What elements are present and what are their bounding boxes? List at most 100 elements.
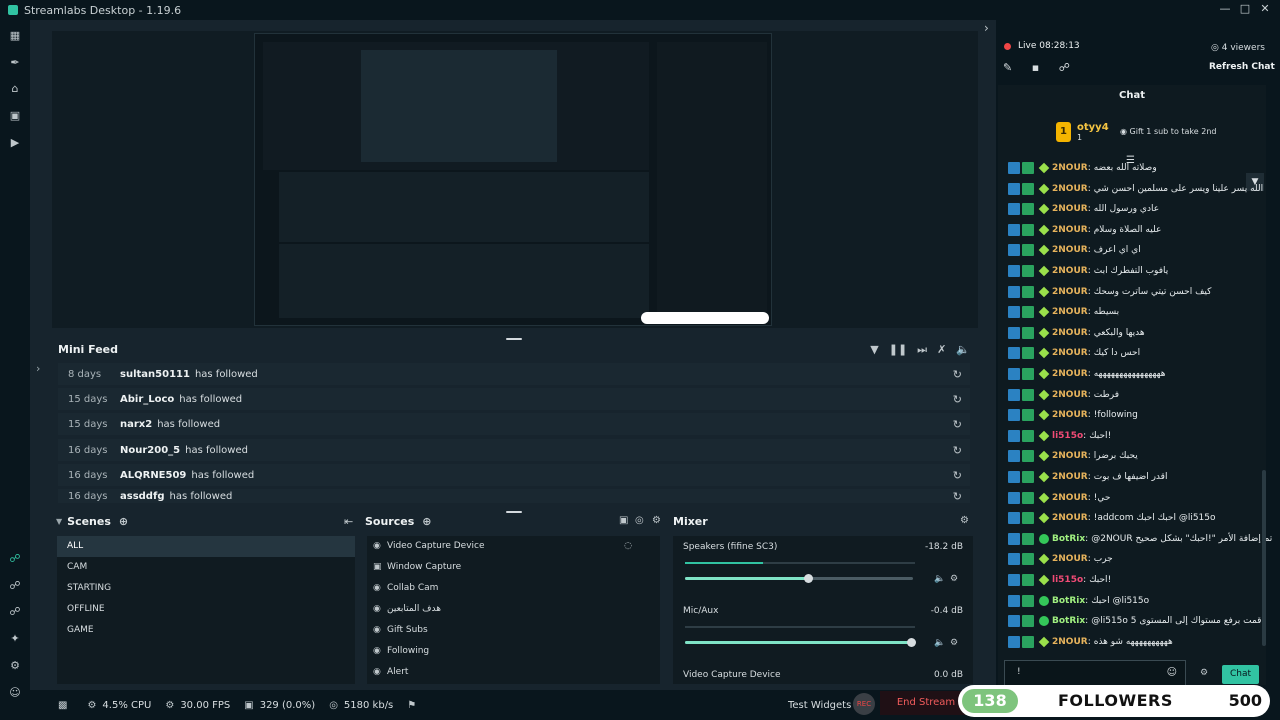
chat-nick[interactable]: 2NOUR xyxy=(1052,493,1088,503)
source-folder-icon[interactable]: ▣ xyxy=(619,515,628,526)
scene-item[interactable]: ALL xyxy=(57,536,355,557)
refresh-chat-button[interactable]: Refresh Chat xyxy=(1209,62,1275,72)
edit-icon[interactable]: ✎ xyxy=(1003,61,1012,74)
scene-transitions-icon[interactable]: ⇤ xyxy=(344,515,353,528)
notifications-icon[interactable]: ⚑ xyxy=(407,700,422,711)
chat-nick[interactable]: 2NOUR xyxy=(1052,513,1088,523)
volume-slider[interactable] xyxy=(685,574,913,583)
replay-icon[interactable]: ↻ xyxy=(953,490,962,503)
mixer-settings-icon[interactable]: ⚙ xyxy=(960,515,969,526)
add-scene-icon[interactable]: ⊕ xyxy=(119,515,128,528)
scene-item[interactable]: GAME xyxy=(57,620,355,641)
chat-nick[interactable]: BotRix xyxy=(1052,596,1085,606)
collapse-chevron-icon[interactable]: ▼ xyxy=(56,517,62,526)
source-settings-icon[interactable]: ⚙ xyxy=(652,515,661,526)
emoji-icon[interactable]: ☺ xyxy=(1167,667,1177,678)
broadcaster-badge-icon xyxy=(1008,594,1020,607)
source-item[interactable]: ◉ Alert xyxy=(367,662,660,683)
scene-item[interactable]: OFFLINE xyxy=(57,599,355,620)
mute-icon[interactable]: 🔈 xyxy=(934,638,945,648)
sub-badge-icon xyxy=(1022,326,1034,339)
source-item[interactable]: ◉ Gift Subs xyxy=(367,620,660,641)
source-item[interactable]: ◉ Video Capture Device ◌ xyxy=(367,536,660,557)
test-widgets-button[interactable]: Test Widgets xyxy=(788,700,851,711)
close-icon[interactable]: ✕ xyxy=(1256,2,1274,18)
chat-nick[interactable]: BotRix xyxy=(1052,534,1085,544)
chat-nick[interactable]: 2NOUR xyxy=(1052,637,1088,647)
store-icon[interactable]: ⌂ xyxy=(9,83,21,95)
chat-scrollbar[interactable] xyxy=(1262,470,1266,646)
maximize-icon[interactable]: □ xyxy=(1236,2,1254,18)
chat-nick[interactable]: 2NOUR xyxy=(1052,307,1088,317)
diamond-badge-icon xyxy=(1038,409,1050,421)
play-icon[interactable]: ▶ xyxy=(9,137,21,149)
chat-nick[interactable]: 2NOUR xyxy=(1052,554,1088,564)
settings-icon[interactable]: ⚙ xyxy=(9,660,21,672)
profile-icon[interactable]: ☺ xyxy=(9,687,21,699)
scene-item[interactable]: CAM xyxy=(57,557,355,578)
chat-nick[interactable]: 2NOUR xyxy=(1052,204,1088,214)
chat-send-button[interactable]: Chat xyxy=(1222,665,1259,684)
pause-icon[interactable]: ❚❚ xyxy=(889,343,907,357)
mute-icon[interactable]: 🔈 xyxy=(934,574,945,584)
studio-mode-icon[interactable]: ☍ xyxy=(9,553,21,565)
chat-nick[interactable]: 2NOUR xyxy=(1052,348,1088,358)
chat-nick[interactable]: 2NOUR xyxy=(1052,266,1088,276)
channel-settings-icon[interactable]: ⚙ xyxy=(950,638,958,648)
collapse-chat-chevron-icon[interactable]: › xyxy=(984,21,989,35)
scene-item[interactable]: STARTING xyxy=(57,578,355,599)
ideas-icon[interactable]: ✦ xyxy=(9,633,21,645)
chat-nick[interactable]: 2NOUR xyxy=(1052,245,1088,255)
record-button[interactable]: REC xyxy=(853,693,875,715)
chat-nick[interactable]: 2NOUR xyxy=(1052,184,1088,194)
expand-chevron-icon[interactable]: › xyxy=(36,362,40,375)
chat-nick[interactable]: li515o xyxy=(1052,575,1083,585)
filter-icon[interactable]: ▼ xyxy=(870,343,878,357)
chat-nick[interactable]: 2NOUR xyxy=(1052,287,1088,297)
volume-slider[interactable] xyxy=(685,638,916,647)
stats-icon[interactable]: ▩ xyxy=(58,700,73,711)
chat-nick[interactable]: 2NOUR xyxy=(1052,225,1088,235)
chat-nick[interactable]: 2NOUR xyxy=(1052,451,1088,461)
layout-icon[interactable]: ☍ xyxy=(9,580,21,592)
skip-icon[interactable]: ⏭ xyxy=(917,343,927,357)
replay-icon[interactable]: ↻ xyxy=(953,393,962,406)
chat-nick[interactable]: 2NOUR xyxy=(1052,410,1088,420)
mute-alerts-icon[interactable]: ✗ xyxy=(937,343,946,357)
minimize-icon[interactable]: — xyxy=(1216,2,1234,18)
chat-nick[interactable]: 2NOUR xyxy=(1052,472,1088,482)
editor-icon[interactable]: ▦ xyxy=(9,30,21,42)
source-item[interactable]: ◉ Collab Cam xyxy=(367,578,660,599)
add-source-icon[interactable]: ⊕ xyxy=(422,515,431,528)
chat-nick[interactable]: 2NOUR xyxy=(1052,369,1088,379)
replay-icon[interactable]: ↻ xyxy=(953,469,962,482)
replay-icon[interactable]: ↻ xyxy=(953,418,962,431)
chat-nick[interactable]: 2NOUR xyxy=(1052,328,1088,338)
replay-icon[interactable]: ↻ xyxy=(953,368,962,381)
dashboard-icon[interactable]: ▪ xyxy=(1032,61,1039,74)
chat-nick[interactable]: 2NOUR xyxy=(1052,163,1088,173)
chat-nick[interactable]: BotRix xyxy=(1052,616,1085,626)
chat-settings-icon[interactable]: ⚙ xyxy=(1200,668,1208,678)
source-item[interactable]: ◉ Following xyxy=(367,641,660,662)
globe-icon: ◉ xyxy=(373,646,381,656)
source-visibility-icon[interactable]: ◎ xyxy=(635,515,644,526)
replay-icon[interactable]: ↻ xyxy=(953,444,962,457)
volume-icon[interactable]: 🔈 xyxy=(956,343,970,357)
layout2-icon[interactable]: ☍ xyxy=(9,606,21,618)
viewers-text: 4 viewers xyxy=(1221,43,1265,53)
themes-icon[interactable]: ✒ xyxy=(9,57,21,69)
media-icon[interactable]: ▣ xyxy=(9,110,21,122)
chat-colon: : xyxy=(1087,451,1091,462)
channel-settings-icon[interactable]: ⚙ xyxy=(950,574,958,584)
chat-nick[interactable]: li515o xyxy=(1052,431,1083,441)
feed-action: has followed xyxy=(179,393,243,405)
feed-action: has followed xyxy=(191,469,255,481)
hidden-eye-icon[interactable]: ◌ xyxy=(624,536,632,557)
chat-nick[interactable]: 2NOUR xyxy=(1052,390,1088,400)
share-icon[interactable]: ☍ xyxy=(1059,61,1070,74)
source-item[interactable]: ▣ Window Capture xyxy=(367,557,660,578)
source-item[interactable]: ◉ هدف المتابعين xyxy=(367,599,660,620)
chat-title: Chat xyxy=(1119,90,1145,101)
chat-input[interactable]: ! ☺ xyxy=(1004,660,1186,686)
